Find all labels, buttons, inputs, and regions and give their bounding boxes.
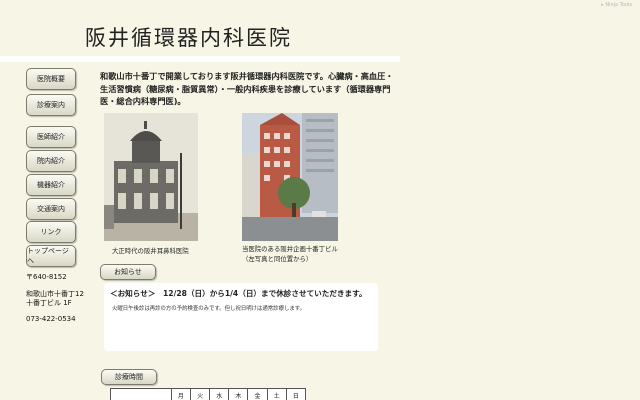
table-header-blank (110, 388, 172, 400)
header-divider (0, 56, 400, 62)
day-wed: 水 (209, 388, 230, 400)
contact-phone: 073-422-0534 (26, 315, 76, 323)
consultation-hours-table: 月 火 水 木 金 土 日 (110, 388, 307, 400)
site-title: 阪井循環器内科医院 (85, 26, 292, 50)
ninja-tools-tag[interactable]: ▸ Ninja Tools (601, 2, 632, 8)
nav-links-button[interactable]: リンク (26, 221, 76, 243)
nav-access-button[interactable]: 交通案内 (26, 198, 76, 220)
day-tue: 火 (190, 388, 211, 400)
day-sat: 土 (266, 388, 287, 400)
nav-top-page-button[interactable]: トップページへ (26, 245, 76, 267)
day-fri: 金 (247, 388, 268, 400)
current-building-caption-line1: 当医院のある阪井企画十番丁ビル (242, 245, 338, 253)
day-mon: 月 (170, 388, 192, 400)
hours-section-button[interactable]: 診療時間 (101, 369, 157, 385)
notice-headline: ＜お知らせ＞ 12/28（日）から1/4（日）まで休診させていただきます。 (110, 289, 367, 298)
notice-detail: 火曜日午後診は再診の方の予約検査のみです。但し祝日明けは通常診療します。 (112, 306, 305, 312)
contact-postal: 〒640-8152 (26, 273, 67, 281)
day-sun: 日 (285, 388, 307, 400)
intro-text: 和歌山市十番丁で開業しております阪井循環器内科医院です。心臓病・高血圧・生活習慣… (100, 71, 394, 106)
notice-box: ＜お知らせ＞ 12/28（日）から1/4（日）まで休診させていただきます。 火曜… (104, 283, 378, 351)
current-building-image (242, 113, 338, 241)
nav-consultation-info-button[interactable]: 診療案内 (26, 94, 76, 116)
old-building-image (104, 113, 198, 241)
contact-address-line2: 十番丁ビル 1F (26, 299, 72, 307)
site-header: 阪井循環器内科医院 ▸ Ninja Tools (0, 0, 640, 62)
old-clinic-photo (104, 113, 198, 241)
nav-equipment-intro-button[interactable]: 機器紹介 (26, 174, 76, 196)
notice-section-button[interactable]: お知らせ (100, 264, 156, 280)
nav-doctor-intro-button[interactable]: 医師紹介 (26, 126, 76, 148)
day-thu: 木 (228, 388, 249, 400)
table-row: 月 火 水 木 金 土 日 (110, 388, 307, 400)
nav-facility-intro-button[interactable]: 院内紹介 (26, 150, 76, 172)
old-clinic-caption: 大正時代の阪井耳鼻科医院 (112, 247, 189, 255)
nav-clinic-overview-button[interactable]: 医院概要 (26, 68, 76, 90)
current-building-caption-line2: （左写真と同位置から） (242, 255, 313, 263)
current-building-photo (242, 113, 338, 241)
